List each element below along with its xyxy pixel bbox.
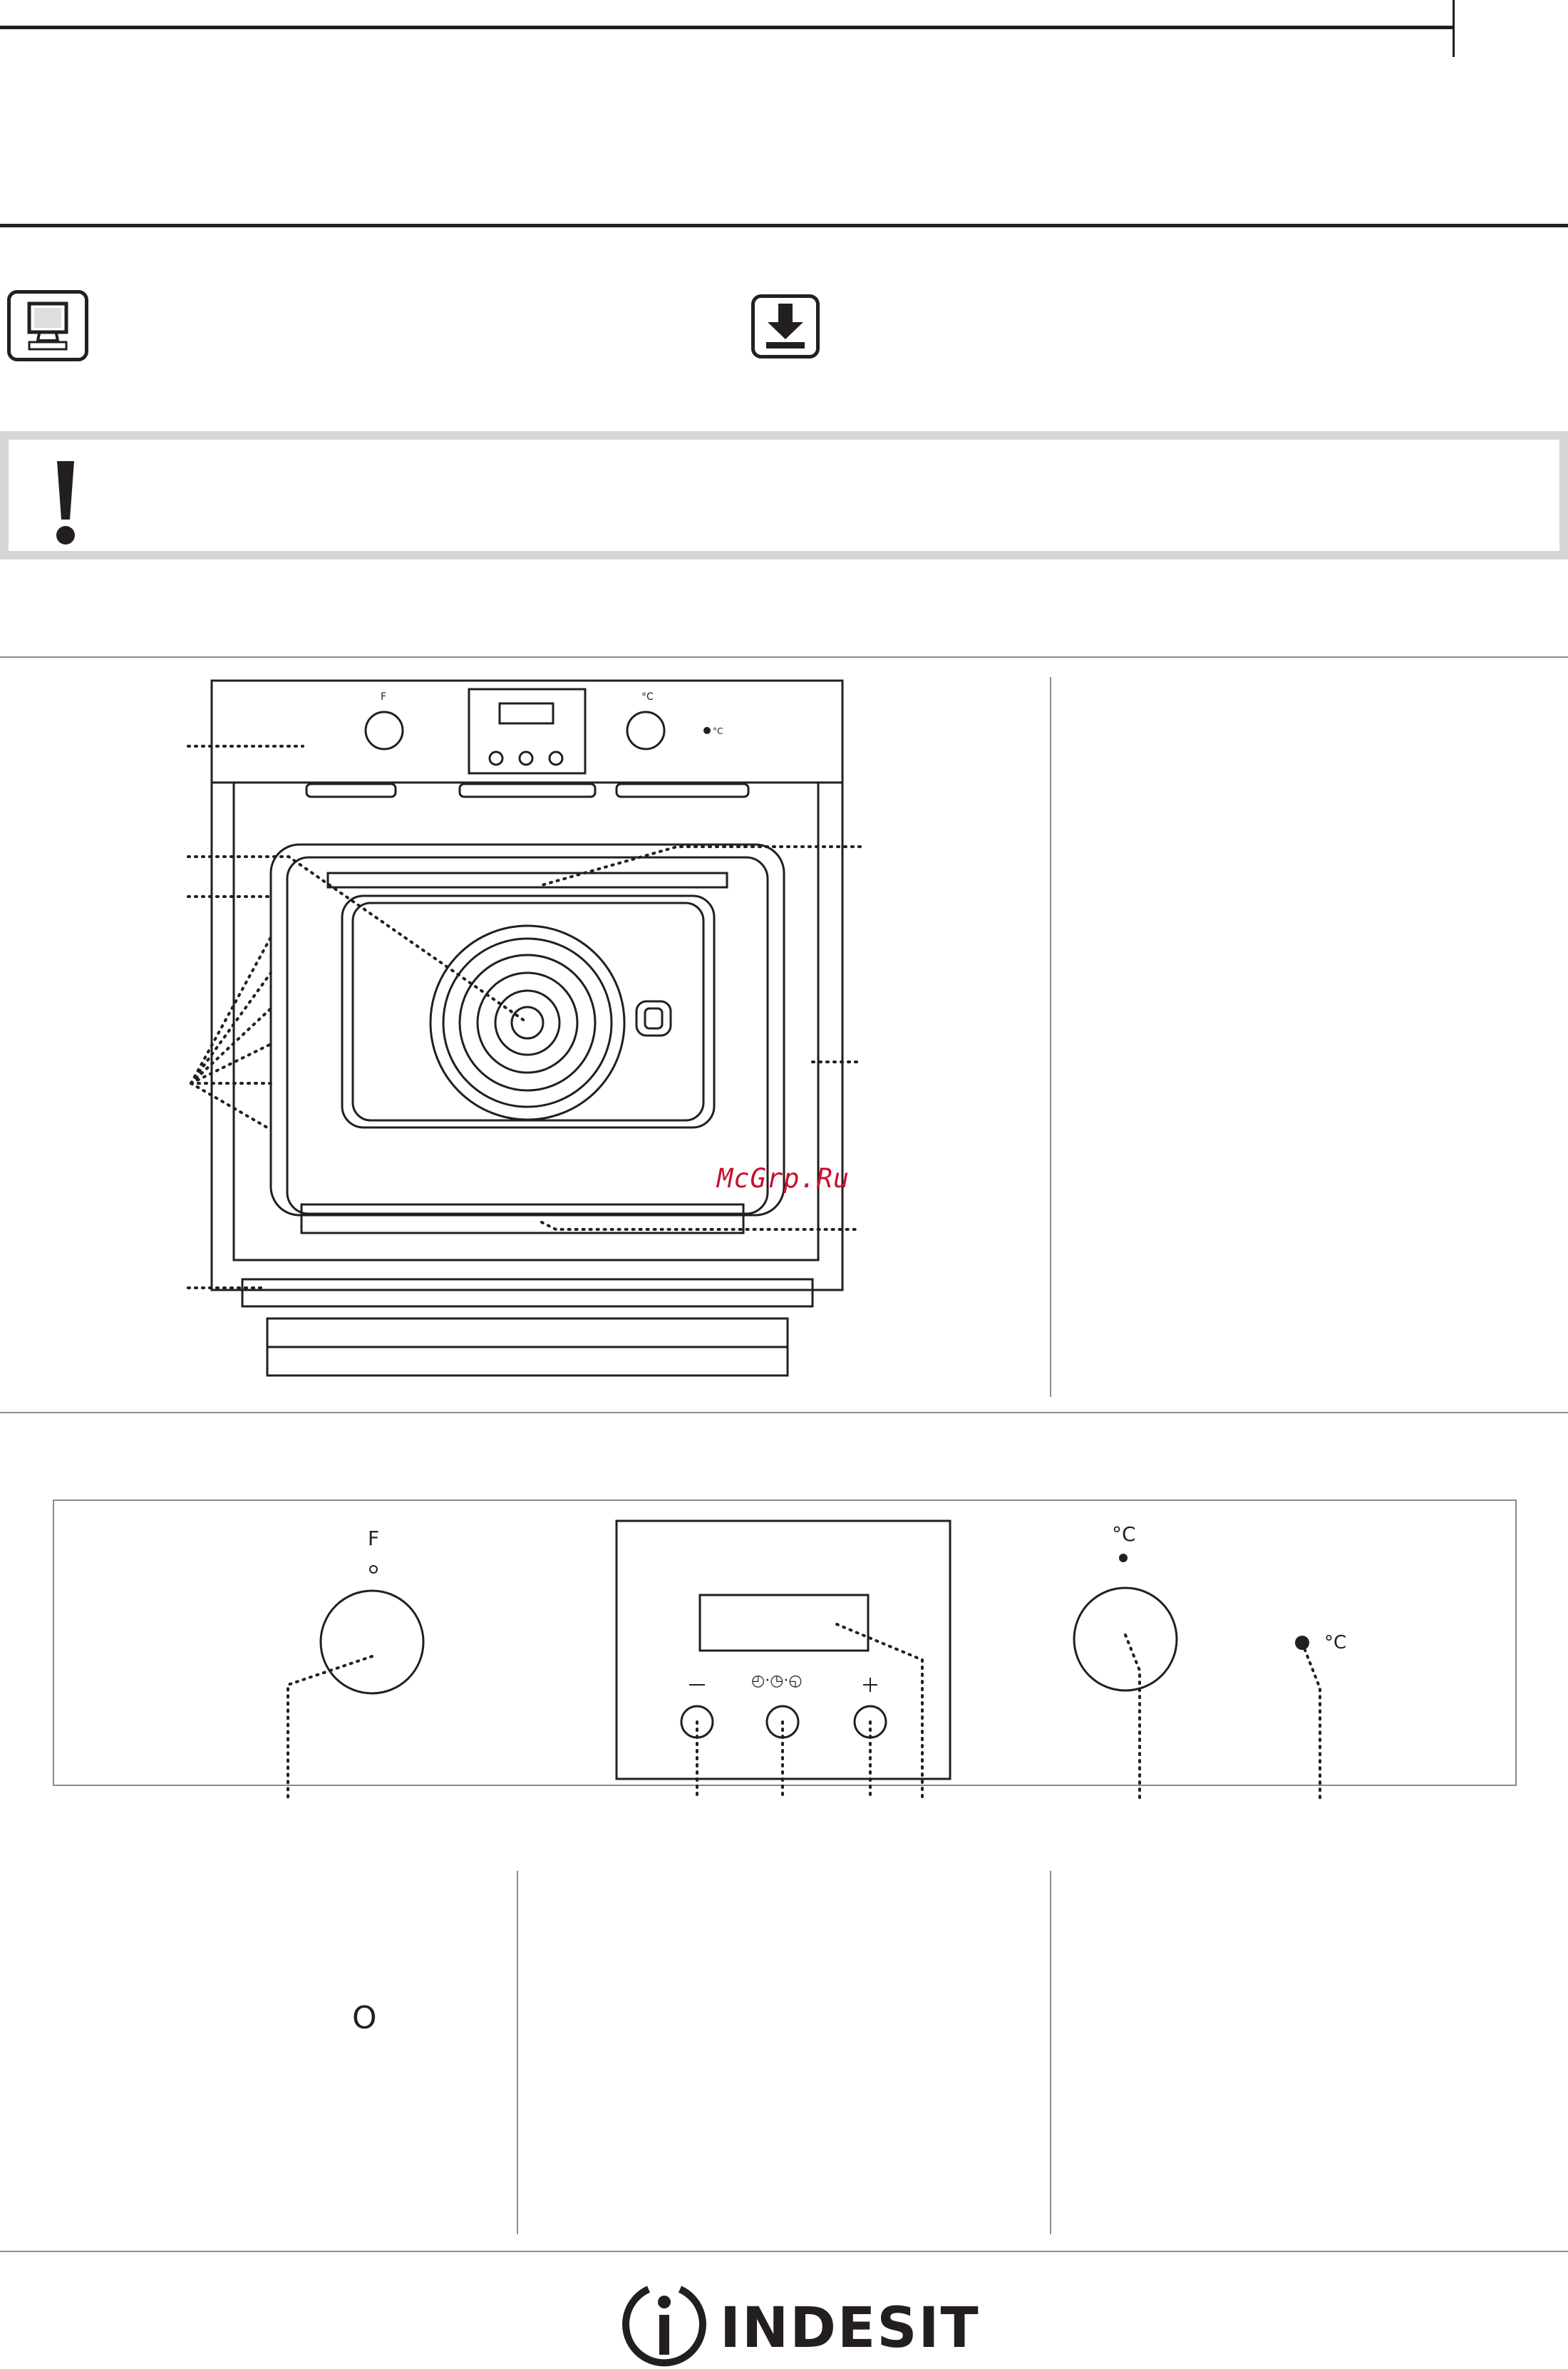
function-knob-label: F bbox=[368, 1527, 380, 1550]
footer-rule bbox=[0, 2251, 1568, 2252]
exclamation-icon bbox=[56, 461, 75, 544]
oven-function-knob bbox=[364, 711, 404, 750]
column-divider-2 bbox=[1050, 1871, 1051, 2234]
thermostat-knob-label: °C bbox=[1112, 1522, 1136, 1546]
diagram-bottom-rule bbox=[0, 1412, 1568, 1413]
thermostat-knob[interactable] bbox=[1073, 1586, 1178, 1692]
download-icon bbox=[751, 294, 820, 358]
function-knob[interactable] bbox=[319, 1589, 425, 1695]
oven-display-frame bbox=[468, 688, 587, 775]
watermark: McGrp.Ru bbox=[717, 1163, 850, 1194]
oven-c-label: °C bbox=[641, 691, 654, 703]
column-divider-1 bbox=[517, 1871, 518, 2234]
oven-f-label: F bbox=[381, 691, 386, 703]
oven-lamp bbox=[635, 1000, 672, 1037]
indesit-logo-icon bbox=[622, 2286, 706, 2367]
monitor-icon bbox=[7, 290, 88, 361]
oven-diagram: F °C °C bbox=[187, 679, 862, 1377]
warning-box bbox=[0, 431, 1568, 559]
section-rule bbox=[0, 224, 1568, 227]
oven-control-panel bbox=[210, 679, 844, 784]
diagram-top-rule bbox=[0, 656, 1568, 658]
oven-thermostat-knob bbox=[626, 711, 666, 750]
top-rule bbox=[0, 26, 1454, 29]
off-symbol: O bbox=[352, 2000, 377, 2036]
oven-display-screen bbox=[498, 702, 555, 725]
control-panel-drawing bbox=[287, 1519, 1321, 1800]
display-screen bbox=[698, 1594, 870, 1652]
brand-name: INDESIT bbox=[720, 2296, 980, 2360]
top-tick bbox=[1453, 0, 1455, 57]
clock-button-label: ◴·◷·◵ bbox=[751, 1672, 803, 1690]
thermostat-light-label: °C bbox=[1324, 1632, 1347, 1653]
diagram-divider bbox=[1050, 677, 1051, 1397]
oven-light-label: °C bbox=[713, 726, 723, 736]
